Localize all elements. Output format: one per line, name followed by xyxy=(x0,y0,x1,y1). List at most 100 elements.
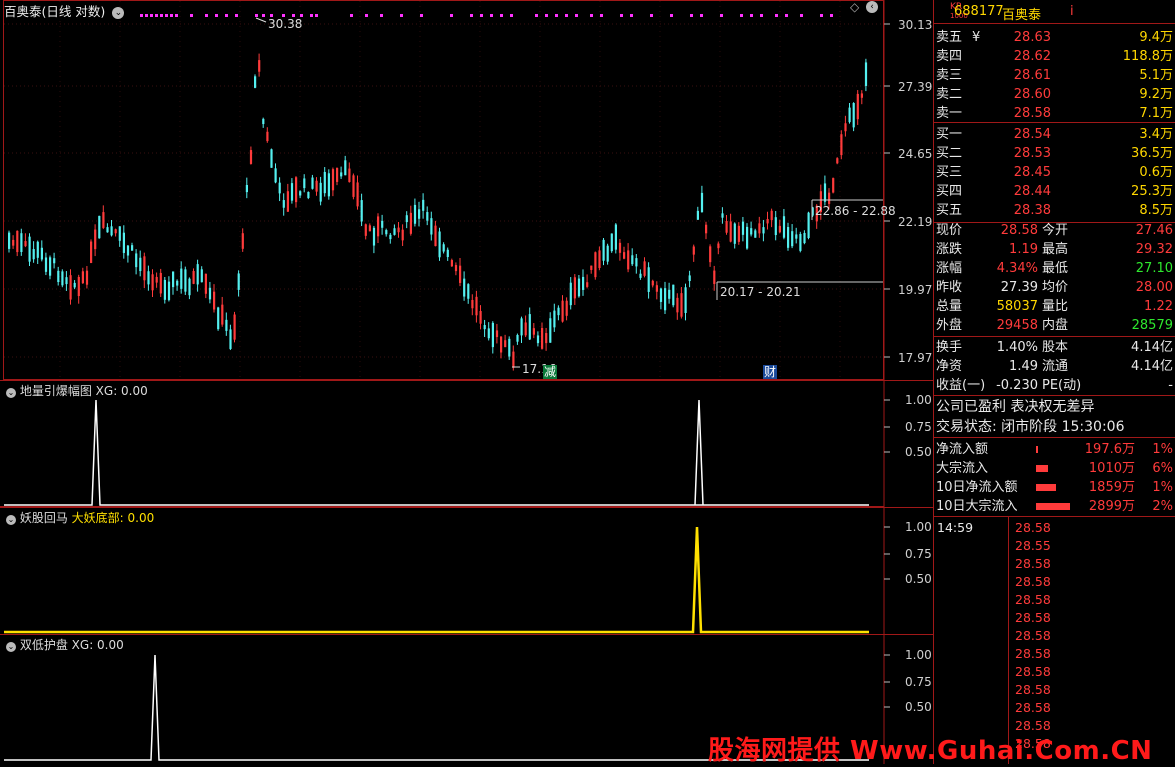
buy-order-volume: 25.3万 xyxy=(1131,184,1173,199)
signal-flag xyxy=(630,14,633,17)
diamond-icon[interactable]: ◇ xyxy=(850,0,859,14)
candle-body xyxy=(602,239,605,261)
signal-flag xyxy=(480,14,483,17)
quote-value: 27.46 xyxy=(1135,223,1173,238)
candle-body xyxy=(163,279,166,300)
candle-body xyxy=(237,273,240,290)
flow-label: 净流入额 xyxy=(936,442,989,457)
candle-body xyxy=(709,246,712,263)
candle-body xyxy=(692,246,695,255)
high-leader xyxy=(255,17,267,23)
buy-order-row[interactable]: 买一 28.54 3.4万 xyxy=(936,125,1175,144)
flow-pct: 2% xyxy=(1152,499,1173,514)
candle-body xyxy=(635,258,638,267)
candle-body xyxy=(12,239,15,246)
panel-1-header[interactable]: ⌄ 地量引爆幅图 XG: 0.00 xyxy=(6,382,148,399)
buy-order-row[interactable]: 买五 28.38 8.5万 xyxy=(936,201,1175,220)
candle-body xyxy=(245,184,248,193)
flow-label: 大宗流入 xyxy=(936,461,989,476)
event-tag-jian[interactable]: 减 xyxy=(543,365,558,379)
candle-body xyxy=(577,278,581,297)
collapse-icon[interactable]: ‹ xyxy=(866,1,878,13)
candle-body xyxy=(409,212,412,234)
candle-body xyxy=(807,212,810,239)
flow-value: 1010万 xyxy=(1088,461,1135,476)
candle-body xyxy=(53,258,56,264)
panel-tick-label: 0.75 xyxy=(905,675,932,689)
buy-order-row[interactable]: 买四 28.44 25.3万 xyxy=(936,182,1175,201)
candle-body xyxy=(832,178,835,193)
sell-order-label: 卖五 xyxy=(936,30,963,45)
sell-order-row[interactable]: 卖一 28.58 7.1万 xyxy=(936,104,1175,123)
sell-order-row[interactable]: 卖三 28.61 5.1万 xyxy=(936,66,1175,85)
chevron-down-icon[interactable]: ⌄ xyxy=(6,642,16,652)
buy-order-label: 买五 xyxy=(936,203,963,218)
quote-label: 今开 xyxy=(1042,223,1069,238)
candle-body xyxy=(393,228,396,235)
candle-body xyxy=(405,215,408,223)
candle-body xyxy=(844,123,847,132)
signal-flag xyxy=(170,14,173,17)
candle-body xyxy=(377,216,380,237)
candle-body xyxy=(217,307,220,330)
candle-body xyxy=(459,265,462,283)
quote-value: 1.19 xyxy=(1009,242,1038,257)
candle-body xyxy=(155,276,158,283)
candle-body xyxy=(836,158,839,164)
candle-body xyxy=(713,270,716,284)
candle-body xyxy=(549,318,552,343)
fundamental-label: 股本 xyxy=(1042,340,1069,355)
quote-value: 28.00 xyxy=(1135,280,1173,295)
tick-price: 28.58 xyxy=(1015,520,1051,535)
candle-body xyxy=(65,277,68,285)
buy-order-row[interactable]: 买二 28.53 36.5万 xyxy=(936,144,1175,163)
candle-body xyxy=(221,304,224,325)
candle-body xyxy=(122,232,125,253)
sell-order-row[interactable]: 卖四 28.62 118.8万 xyxy=(936,47,1175,66)
company-status: 公司已盈利 表决权无差异 xyxy=(936,398,1175,417)
event-tag-cai[interactable]: 财 xyxy=(763,365,778,379)
chart-title[interactable]: 百奥泰(日线 对数) xyxy=(4,4,105,19)
price-tick-label: 27.39 xyxy=(898,80,933,94)
panel-tick-label: 0.50 xyxy=(905,445,932,459)
candle-body xyxy=(81,271,84,284)
signal-flag xyxy=(565,14,568,17)
candle-body xyxy=(438,231,441,258)
signal-flag xyxy=(315,14,318,17)
quote-row: 总量 58037 量比 1.22 xyxy=(936,297,1175,316)
sell-order-row[interactable]: 卖五 ¥28.63 9.4万 xyxy=(936,28,1175,47)
candle-body xyxy=(413,204,417,224)
candle-body xyxy=(126,245,130,256)
buy-order-row[interactable]: 买三 28.45 0.6万 xyxy=(936,163,1175,182)
info-icon[interactable]: i xyxy=(1070,4,1074,19)
chevron-down-icon[interactable]: ⌄ xyxy=(6,388,16,398)
candle-body xyxy=(44,257,48,272)
candle-body xyxy=(799,233,802,251)
candle-body xyxy=(659,288,663,302)
candle-body xyxy=(676,297,679,313)
sell-order-price: 28.63 xyxy=(1013,30,1051,45)
candle-body xyxy=(828,192,831,204)
buy-order-volume: 8.5万 xyxy=(1139,203,1173,218)
stock-header[interactable]: KR 1000 688177 百奥泰 i xyxy=(936,3,1175,24)
sell-order-row[interactable]: 卖二 28.60 9.2万 xyxy=(936,85,1175,104)
chevron-down-icon[interactable]: ⌄ xyxy=(6,515,16,525)
panel-3-header[interactable]: ⌄ 双低护盘 XG: 0.00 xyxy=(6,636,124,653)
candle-body xyxy=(8,232,11,249)
candle-body xyxy=(151,274,154,291)
signal-flag xyxy=(590,14,593,17)
buy-order-price: 28.45 xyxy=(1013,165,1051,180)
range-box-lower: 20.17 - 20.21 xyxy=(720,285,801,299)
quote-value: 29458 xyxy=(996,318,1038,333)
quote-value: 29.32 xyxy=(1135,242,1173,257)
candle-body xyxy=(110,226,113,236)
panel-tick-label: 0.75 xyxy=(905,420,932,434)
panel-2-header[interactable]: ⌄ 妖股回马 大妖底部: 0.00 xyxy=(6,509,154,526)
quote-value: 28.58 xyxy=(1000,223,1038,238)
signal-flag xyxy=(470,14,473,17)
signal-flag xyxy=(350,14,353,17)
candle-body xyxy=(606,245,609,262)
signal-flag xyxy=(620,14,623,17)
sell-order-label: 卖二 xyxy=(936,87,963,102)
candle-body xyxy=(582,276,585,290)
